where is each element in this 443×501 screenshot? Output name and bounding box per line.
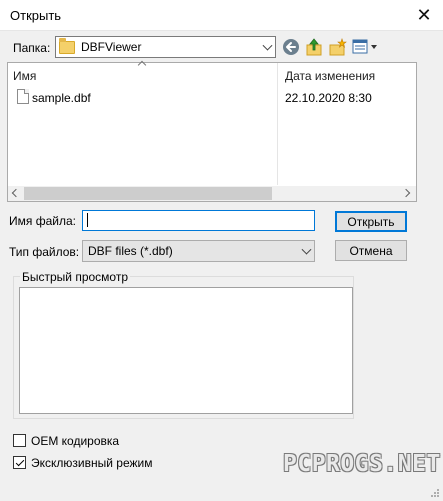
filetype-select[interactable]: DBF files (*.dbf) [82, 240, 315, 262]
checkmark-icon [15, 457, 24, 466]
column-header-name[interactable]: Имя [13, 69, 36, 83]
filetype-label: Тип файлов: [9, 245, 80, 259]
preview-area [19, 287, 353, 414]
resize-grip-icon[interactable] [430, 488, 440, 498]
chevron-down-icon [301, 244, 312, 255]
folder-icon [59, 37, 75, 54]
watermark: PCPROGS.NET [283, 451, 441, 477]
close-icon[interactable]: ✕ [409, 1, 439, 29]
column-divider [277, 63, 278, 185]
view-menu-icon [352, 39, 377, 54]
back-icon[interactable] [282, 38, 300, 56]
text-caret [87, 213, 88, 227]
column-header-date[interactable]: Дата изменения [285, 69, 375, 83]
cancel-button[interactable]: Отмена [335, 240, 407, 261]
scrollbar-thumb[interactable] [24, 187, 272, 200]
title-bar [0, 0, 443, 31]
folder-label: Папка: [13, 41, 51, 55]
oem-encoding-checkbox[interactable] [13, 434, 26, 447]
folder-select-value: DBFViewer [81, 40, 142, 54]
open-button[interactable]: Открыть [335, 211, 407, 232]
filetype-select-value: DBF files (*.dbf) [88, 244, 173, 258]
list-item-date: 22.10.2020 8:30 [285, 91, 372, 105]
window-title: Открыть [10, 8, 62, 23]
filename-label: Имя файла: [9, 214, 76, 228]
exclusive-mode-checkbox[interactable] [13, 456, 26, 469]
folder-select[interactable]: DBFViewer [55, 36, 276, 58]
oem-encoding-label[interactable]: OEM кодировка [31, 434, 119, 448]
new-folder-icon[interactable] [328, 37, 347, 56]
view-menu-button[interactable] [352, 38, 380, 56]
preview-title: Быстрый просмотр [20, 270, 131, 284]
list-item-name[interactable]: sample.dbf [32, 91, 91, 105]
up-folder-icon[interactable] [305, 37, 323, 56]
filename-input[interactable] [82, 210, 315, 231]
file-icon [17, 89, 29, 104]
chevron-down-icon [262, 40, 273, 51]
exclusive-mode-label[interactable]: Эксклюзивный режим [31, 456, 152, 470]
file-list[interactable] [7, 62, 417, 202]
